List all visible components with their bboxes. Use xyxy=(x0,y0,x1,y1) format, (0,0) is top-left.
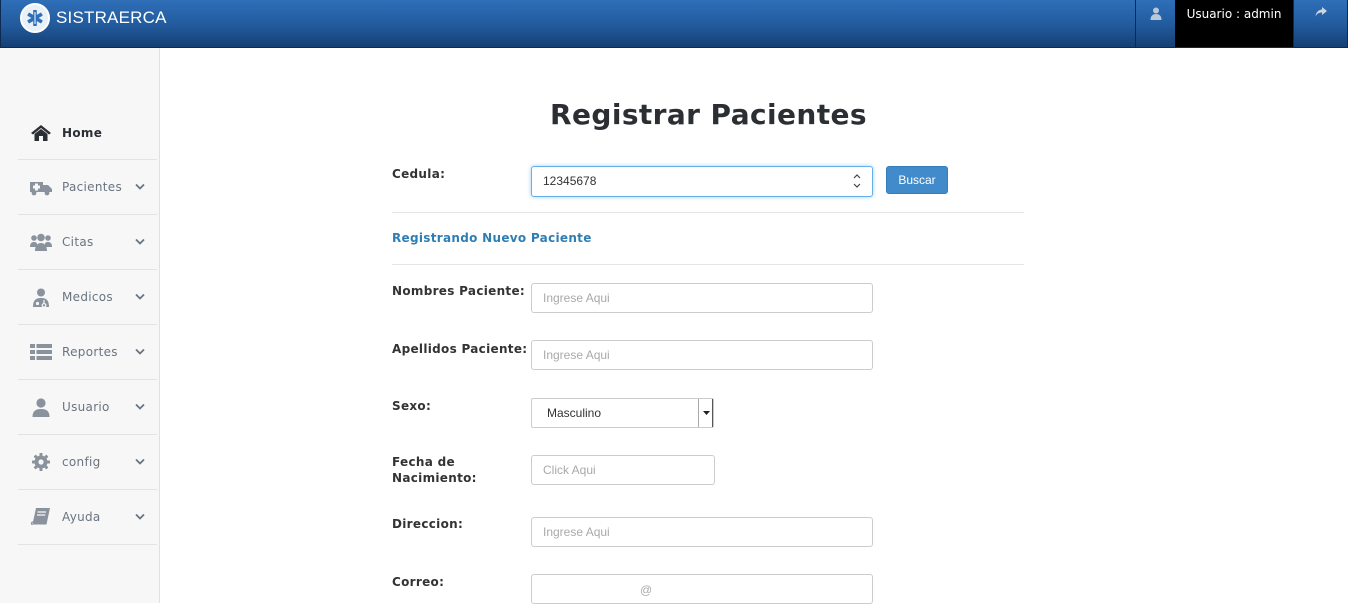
cedula-label: Cedula: xyxy=(392,167,446,181)
sidebar-nav: Home Pacientes Citas Medicos Reportes Us… xyxy=(18,107,157,545)
section-title: Registrando Nuevo Paciente xyxy=(392,231,592,245)
sidebar-item-label: config xyxy=(62,455,101,469)
book-icon xyxy=(30,507,52,527)
sidebar-item-citas[interactable]: Citas xyxy=(18,215,157,270)
sidebar-item-label: Usuario xyxy=(62,400,110,414)
logout-button[interactable] xyxy=(1293,0,1347,47)
sexo-selected-value: Masculino xyxy=(547,406,602,420)
sidebar-item-reportes[interactable]: Reportes xyxy=(18,325,157,380)
divider xyxy=(392,264,1024,265)
user-icon xyxy=(1150,7,1161,20)
brand[interactable]: SISTRAERCA xyxy=(20,3,167,33)
page-title: Registrar Pacientes xyxy=(550,98,867,131)
star-of-life-logo-icon xyxy=(20,3,50,33)
dropdown-caret-icon[interactable] xyxy=(698,399,713,427)
correo-input[interactable]: @ xyxy=(531,574,873,604)
doctor-icon xyxy=(30,287,52,307)
list-icon xyxy=(30,342,52,362)
buscar-button[interactable]: Buscar xyxy=(886,166,948,194)
sidebar-item-label: Citas xyxy=(62,235,94,249)
sidebar-item-label: Ayuda xyxy=(62,510,101,524)
fecha-label-line1: Fecha de xyxy=(392,455,455,469)
cedula-input[interactable]: 12345678 xyxy=(531,166,873,197)
sidebar-item-ayuda[interactable]: Ayuda xyxy=(18,490,157,545)
chevron-down-icon xyxy=(135,403,145,410)
sidebar-item-medicos[interactable]: Medicos xyxy=(18,270,157,325)
users-icon xyxy=(30,232,52,252)
direccion-input[interactable] xyxy=(531,517,873,547)
gear-icon xyxy=(30,452,52,472)
share-arrow-icon xyxy=(1315,7,1327,17)
cedula-value: 12345678 xyxy=(543,174,597,188)
sidebar: Home Pacientes Citas Medicos Reportes Us… xyxy=(0,48,160,603)
apellidos-input[interactable] xyxy=(531,340,873,370)
top-navbar: SISTRAERCA Usuario : admin xyxy=(0,0,1348,48)
fecha-nacimiento-input[interactable] xyxy=(531,455,715,485)
brand-name: SISTRAERCA xyxy=(56,8,167,27)
fecha-label-line2: Nacimiento: xyxy=(392,471,477,485)
sidebar-item-label: Home xyxy=(62,126,103,140)
sidebar-item-pacientes[interactable]: Pacientes xyxy=(18,160,157,215)
sidebar-item-config[interactable]: config xyxy=(18,435,157,490)
user-icon xyxy=(30,397,52,417)
chevron-down-icon xyxy=(135,458,145,465)
ambulance-icon xyxy=(30,177,52,197)
email-at-sign: @ xyxy=(640,583,653,597)
home-icon xyxy=(30,123,52,143)
sidebar-item-usuario[interactable]: Usuario xyxy=(18,380,157,435)
divider xyxy=(392,212,1024,213)
sidebar-item-label: Medicos xyxy=(62,290,113,304)
chevron-down-icon xyxy=(135,513,145,520)
chevron-down-icon xyxy=(135,238,145,245)
sexo-label: Sexo: xyxy=(392,399,432,413)
chevron-down-icon xyxy=(135,293,145,300)
main-content: Registrar Pacientes Cedula: 12345678 Bus… xyxy=(161,48,1348,604)
sexo-select[interactable]: Masculino xyxy=(531,398,714,428)
correo-label: Correo: xyxy=(392,575,445,589)
nombres-label: Nombres Paciente: xyxy=(392,284,526,298)
apellidos-label: Apellidos Paciente: xyxy=(392,342,528,356)
chevron-down-icon xyxy=(135,183,145,190)
user-menu-button[interactable] xyxy=(1135,0,1175,47)
nombres-input[interactable] xyxy=(531,283,873,313)
direccion-label: Direccion: xyxy=(392,517,464,531)
number-spinner-icon[interactable] xyxy=(852,172,862,190)
sidebar-item-home[interactable]: Home xyxy=(18,107,157,160)
sidebar-item-label: Pacientes xyxy=(62,180,123,194)
current-user-label: Usuario : admin xyxy=(1175,0,1293,47)
chevron-down-icon xyxy=(135,348,145,355)
sidebar-item-label: Reportes xyxy=(62,345,118,359)
